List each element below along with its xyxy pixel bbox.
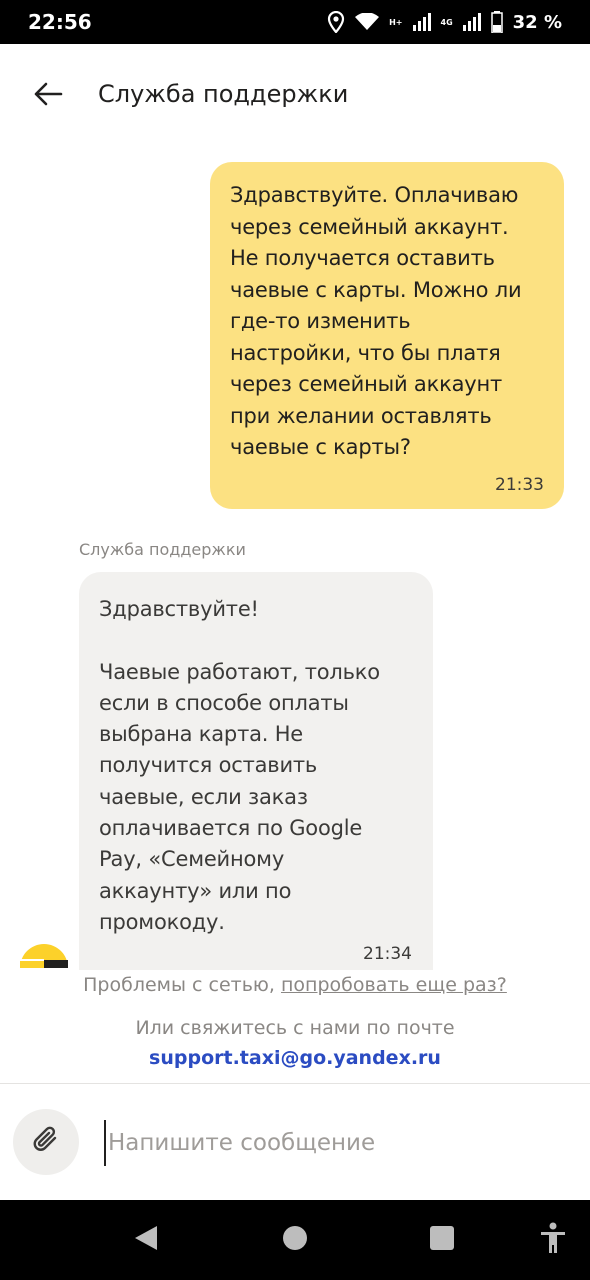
system-nav-bar — [0, 1200, 590, 1280]
composer-divider — [0, 1083, 590, 1084]
contact-mail-text: Или свяжитесь с нами по почте — [135, 1017, 455, 1039]
signal-icon — [412, 13, 431, 31]
attach-button[interactable] — [13, 1109, 79, 1175]
back-button[interactable] — [30, 78, 66, 114]
status-bar: 22:56 H+ 4G 32 % — [0, 0, 590, 44]
arrow-left-icon — [33, 82, 63, 110]
accessibility-button[interactable] — [535, 1222, 571, 1258]
sender-name: Служба поддержки — [79, 540, 246, 559]
network-problem-text: Проблемы с сетью, — [83, 974, 275, 996]
battery-percent: 32 % — [512, 11, 562, 33]
network-problem-notice: Проблемы с сетью, попробовать еще раз? — [0, 974, 590, 996]
nav-home-icon — [282, 1225, 308, 1255]
network-type-label-2: 4G — [440, 17, 453, 27]
network-type-label: H+ — [389, 17, 403, 27]
nav-back-icon — [133, 1224, 159, 1256]
nav-home-button[interactable] — [277, 1222, 313, 1258]
location-icon — [327, 11, 345, 33]
battery-icon — [490, 11, 503, 33]
paperclip-icon — [31, 1125, 61, 1159]
support-avatar — [20, 934, 68, 968]
retry-link[interactable]: попробовать еще раз? — [281, 974, 507, 996]
support-email-link[interactable]: support.taxi@go.yandex.ru — [0, 1047, 590, 1069]
message-text: Здравствуйте. Оплачиваю через семейный а… — [230, 183, 522, 459]
outgoing-message[interactable]: Здравствуйте. Оплачиваю через семейный а… — [210, 162, 564, 509]
incoming-message[interactable]: Здравствуйте! Чаевые работают, только ес… — [79, 572, 433, 970]
status-icons: H+ 4G 32 % — [327, 11, 562, 33]
page-title: Служба поддержки — [98, 80, 349, 108]
signal-icon-2 — [462, 13, 481, 31]
status-time: 22:56 — [28, 10, 92, 34]
nav-recents-icon — [429, 1225, 455, 1255]
chat-header: Служба поддержки — [0, 44, 590, 144]
message-text: Здравствуйте! Чаевые работают, только ес… — [99, 597, 380, 934]
message-time: 21:33 — [495, 475, 544, 495]
nav-back-button[interactable] — [128, 1222, 164, 1258]
accessibility-icon — [539, 1222, 567, 1258]
nav-recents-button[interactable] — [424, 1222, 460, 1258]
message-input[interactable] — [104, 1120, 568, 1166]
message-time: 21:34 — [363, 944, 412, 964]
wifi-icon — [355, 13, 380, 31]
